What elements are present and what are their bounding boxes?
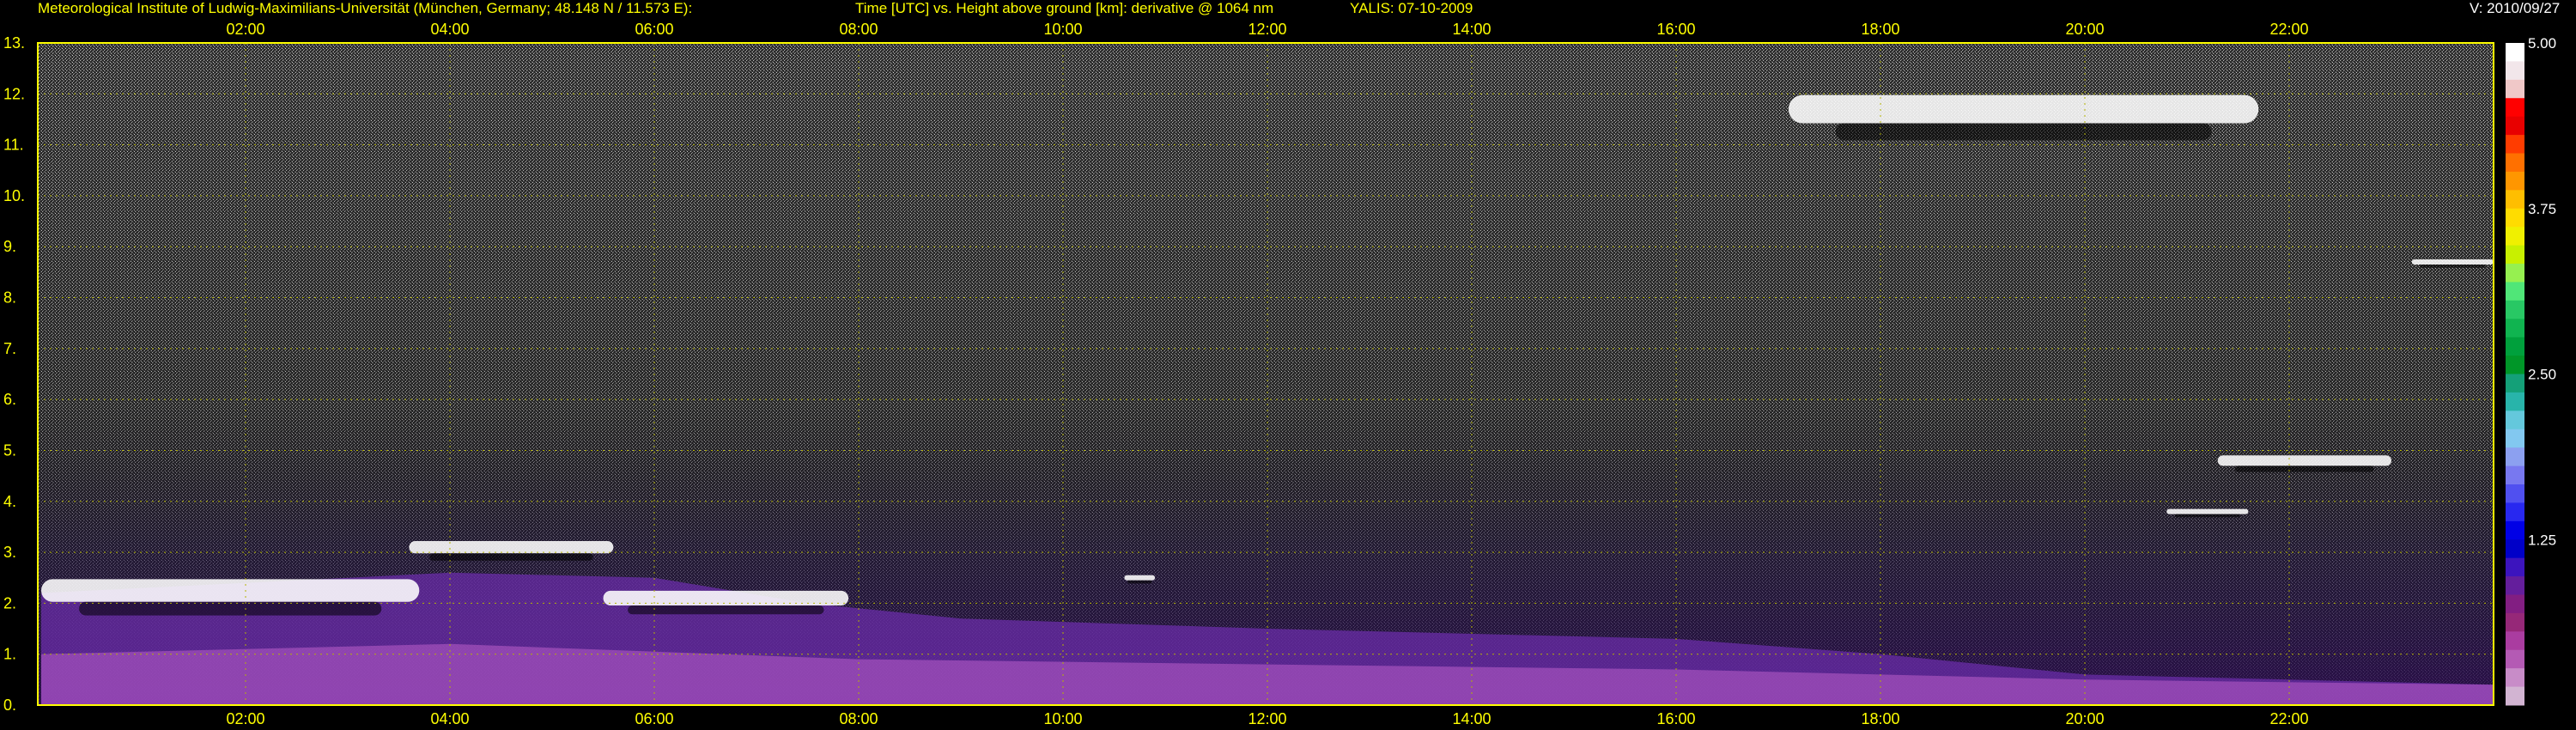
chart: 02:00 04:00 06:00 08:00 10:00 12:00 14:00 16:00… (3, 21, 2556, 727)
colorbar-swatch (2506, 668, 2524, 688)
y-tick-label: 5. (3, 441, 16, 459)
colorbar-swatch (2506, 153, 2524, 173)
colorbar-swatch (2506, 649, 2524, 669)
cloud-shadow (429, 553, 593, 561)
x-tick-label-bottom: 04:00 (430, 710, 469, 727)
x-tick-label-top: 16:00 (1656, 21, 1695, 38)
y-tick-label: 11. (3, 137, 24, 154)
cloud-shadow (2234, 465, 2374, 472)
x-tick-label-top: 08:00 (839, 21, 878, 38)
x-tick-label-bottom: 08:00 (839, 710, 878, 727)
x-tick-label-bottom: 10:00 (1043, 710, 1082, 727)
cloud-shadow (628, 605, 824, 615)
y-tick-label: 9. (3, 238, 16, 255)
cloud (2411, 259, 2494, 265)
colorbar-swatch (2506, 594, 2524, 614)
colorbar-swatch (2506, 557, 2524, 577)
x-tick-label-bottom: 18:00 (1861, 710, 1899, 727)
x-tick-label-top: 10:00 (1043, 21, 1082, 38)
y-tick-label: 6. (3, 391, 16, 408)
y-tick-label: 12. (3, 85, 25, 102)
heatmap-field (38, 43, 2494, 705)
colorbar-swatch (2506, 520, 2524, 540)
cloud (409, 541, 614, 554)
colorbar-swatch (2506, 576, 2524, 595)
x-tick-label-top: 12:00 (1248, 21, 1286, 38)
colorbar-swatch (2506, 282, 2524, 301)
colorbar-swatch (2506, 686, 2524, 706)
colorbar-swatch (2506, 631, 2524, 651)
cloud-shadow (2174, 514, 2240, 518)
x-tick-label-top: 14:00 (1452, 21, 1491, 38)
x-tick-label-bottom: 12:00 (1248, 710, 1286, 727)
cloud-shadow (1127, 580, 1152, 584)
x-tick-label-top: 04:00 (430, 21, 469, 38)
x-tick-label-bottom: 16:00 (1656, 710, 1695, 727)
cloud-shadow (2420, 265, 2486, 268)
colorbar-swatch (2506, 135, 2524, 154)
colorbar-swatch (2506, 79, 2524, 99)
cloud (41, 579, 420, 602)
x-tick-label-bottom: 02:00 (226, 710, 264, 727)
cloud (1124, 575, 1156, 581)
colorbar-swatch (2506, 429, 2524, 448)
colorbar-swatch (2506, 447, 2524, 467)
y-tick-label: 0. (3, 697, 16, 714)
y-tick-label: 2. (3, 594, 16, 611)
colorbar-swatch (2506, 392, 2524, 411)
cloud (2166, 508, 2249, 514)
colorbar-label: 5.00 (2528, 35, 2556, 52)
x-tick-label-top: 06:00 (635, 21, 673, 38)
colorbar-swatch (2506, 171, 2524, 191)
y-tick-label: 7. (3, 340, 16, 357)
colorbar-swatch (2506, 61, 2524, 81)
x-tick-label-top: 18:00 (1861, 21, 1899, 38)
colorbar-swatch (2506, 319, 2524, 338)
colorbar (2506, 43, 2524, 706)
y-tick-label: 10. (3, 187, 25, 204)
colorbar-swatch (2506, 264, 2524, 283)
colorbar-swatch (2506, 539, 2524, 559)
colorbar-label: 1.25 (2528, 532, 2556, 548)
colorbar-swatch (2506, 465, 2524, 485)
colorbar-swatch (2506, 411, 2524, 430)
colorbar-swatch (2506, 300, 2524, 319)
x-tick-label-bottom: 22:00 (2269, 710, 2308, 727)
y-tick-label: 4. (3, 493, 16, 510)
y-tick-label: 3. (3, 544, 16, 561)
x-tick-label-bottom: 14:00 (1452, 710, 1491, 727)
x-tick-label-top: 20:00 (2065, 21, 2104, 38)
x-tick-label-bottom: 06:00 (635, 710, 673, 727)
y-tick-label: 1. (3, 646, 16, 663)
x-tick-label-top: 02:00 (226, 21, 264, 38)
colorbar-label: 2.50 (2528, 367, 2556, 383)
cloud (1788, 94, 2259, 124)
colorbar-swatch (2506, 245, 2524, 265)
colorbar-swatch (2506, 208, 2524, 228)
cloud-shadow (1835, 123, 2212, 141)
colorbar-swatch (2506, 612, 2524, 632)
colorbar-swatch (2506, 227, 2524, 246)
colorbar-swatch (2506, 356, 2524, 374)
cloud (2217, 455, 2391, 466)
y-tick-label: 8. (3, 289, 16, 307)
x-tick-label-top: 22:00 (2269, 21, 2308, 38)
colorbar-swatch (2506, 374, 2524, 393)
cloud-shadow (79, 601, 382, 616)
colorbar-swatch (2506, 502, 2524, 522)
colorbar-swatch (2506, 43, 2524, 62)
colorbar-swatch (2506, 484, 2524, 503)
colorbar-swatch (2506, 98, 2524, 118)
colorbar-swatch (2506, 337, 2524, 356)
colorbar-swatch (2506, 190, 2524, 210)
y-tick-label: 13. (3, 34, 25, 52)
colorbar-swatch (2506, 116, 2524, 136)
x-tick-label-bottom: 20:00 (2065, 710, 2104, 727)
colorbar-label: 3.75 (2528, 201, 2556, 217)
